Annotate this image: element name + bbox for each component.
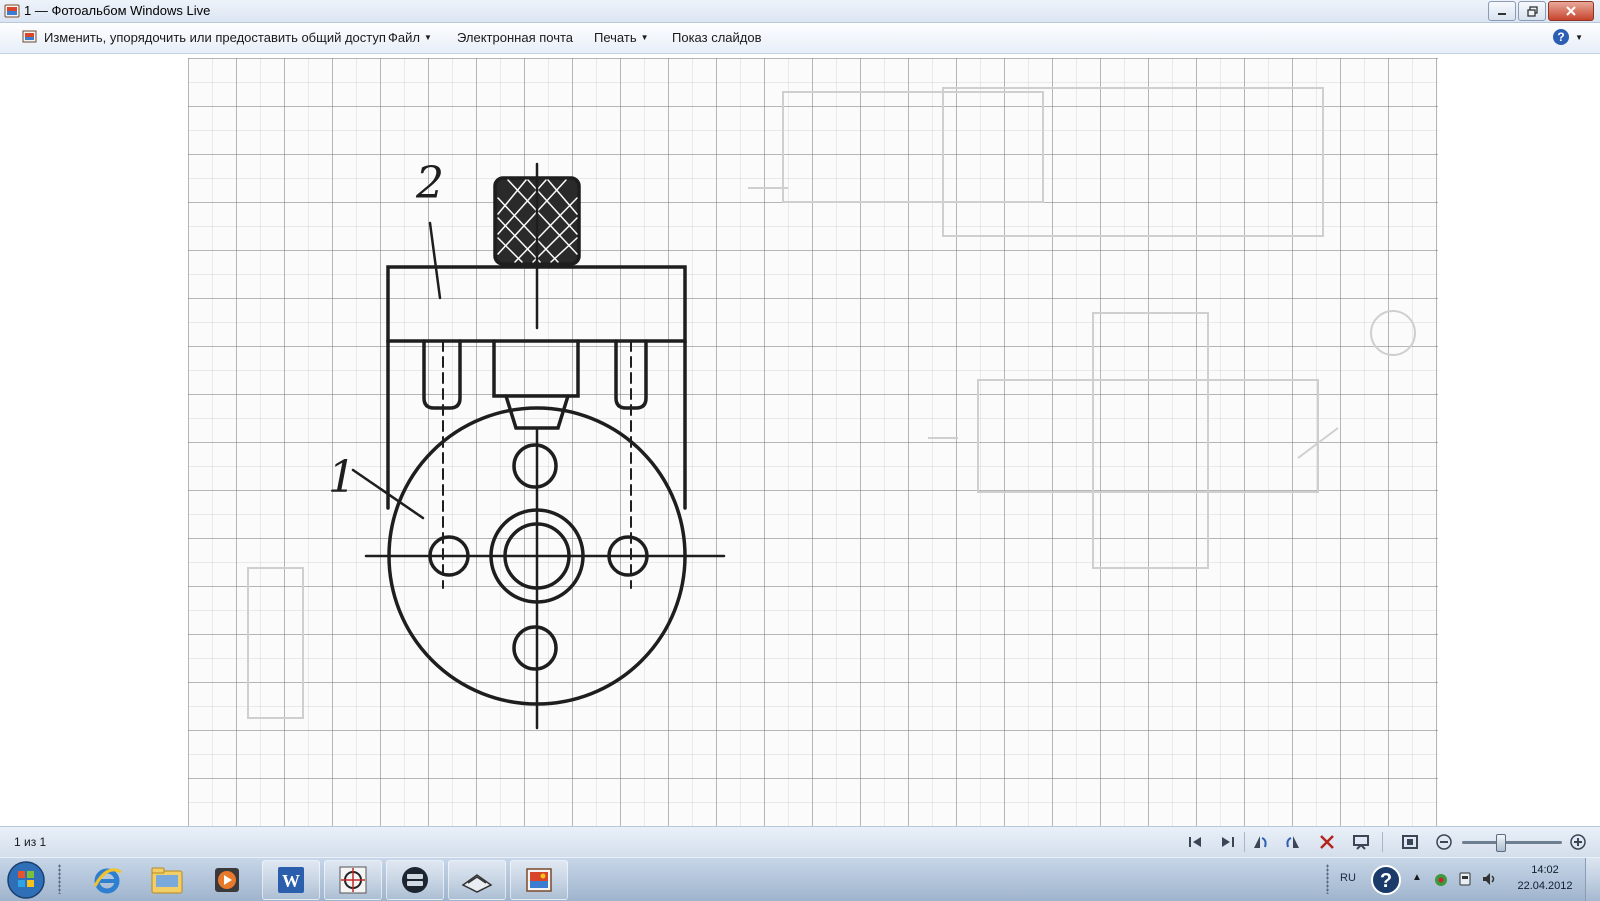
next-icon[interactable] xyxy=(1218,833,1238,851)
print-menu-label: Печать xyxy=(594,30,637,45)
callout-2: 2 xyxy=(415,158,444,209)
taskbar-item-media[interactable] xyxy=(198,860,256,900)
close-icon xyxy=(1549,2,1593,20)
help-icon[interactable]: ? xyxy=(1552,28,1570,46)
windows-explorer-icon xyxy=(151,867,183,894)
clock-time: 14:02 xyxy=(1531,864,1559,876)
minimize-icon xyxy=(1489,2,1515,20)
zoom-out-icon[interactable] xyxy=(1434,833,1454,851)
show-hidden-icons[interactable]: ▲ xyxy=(1412,872,1430,890)
file-menu-label: Файл xyxy=(388,30,420,45)
window-controls xyxy=(1486,1,1594,21)
command-bar: Изменить, упорядочить или предоставить о… xyxy=(0,23,1600,54)
previous-icon[interactable] xyxy=(1185,833,1205,851)
help-dropdown-icon[interactable]: ▼ xyxy=(1575,33,1583,42)
media-player-icon xyxy=(215,868,239,892)
tray-grip[interactable] xyxy=(1326,864,1329,894)
taskbar-grip[interactable] xyxy=(58,864,61,894)
cad-icon xyxy=(339,866,367,894)
fit-to-window-icon[interactable] xyxy=(1400,833,1420,851)
show-desktop-button[interactable] xyxy=(1585,858,1600,901)
rotate-left-icon[interactable] xyxy=(1250,833,1270,851)
help-tray-icon[interactable]: ? xyxy=(1370,864,1402,896)
zoom-slider[interactable] xyxy=(1462,841,1562,844)
photo-viewer: 2 1 xyxy=(0,54,1600,826)
taskbar-item-word[interactable]: W xyxy=(262,860,320,900)
close-button[interactable] xyxy=(1548,1,1594,21)
photo-gallery-icon xyxy=(526,868,552,892)
zoom-in-icon[interactable] xyxy=(1568,833,1588,851)
photo-image: 2 1 xyxy=(188,58,1438,826)
zoom-slider-thumb[interactable] xyxy=(1496,834,1506,852)
minimize-button[interactable] xyxy=(1488,1,1516,21)
svg-text:?: ? xyxy=(1557,30,1564,44)
volume-icon[interactable] xyxy=(1480,870,1498,888)
antivirus-icon[interactable] xyxy=(1432,870,1450,888)
separator xyxy=(1382,832,1383,852)
rotate-right-icon[interactable] xyxy=(1283,833,1303,851)
ink-drawing xyxy=(351,162,726,730)
language-indicator[interactable]: RU xyxy=(1340,872,1356,884)
photo-counter: 1 из 1 xyxy=(14,835,47,849)
scanner-icon xyxy=(461,874,493,893)
clock-date: 22.04.2012 xyxy=(1517,880,1573,892)
restore-button[interactable] xyxy=(1518,1,1546,21)
photo-gallery-app-icon xyxy=(4,4,20,18)
device-icon[interactable] xyxy=(1456,870,1474,888)
restore-icon xyxy=(1519,2,1545,20)
taskbar-item-ie[interactable] xyxy=(78,860,136,900)
separator xyxy=(1244,832,1245,852)
clock[interactable]: 14:02 22.04.2012 xyxy=(1512,862,1578,894)
taskbar-item-explorer[interactable] xyxy=(138,860,196,900)
word-icon: W xyxy=(278,867,304,893)
window-title: 1 — Фотоальбом Windows Live xyxy=(24,3,211,18)
email-button[interactable]: Электронная почта xyxy=(457,30,573,45)
organize-icon xyxy=(22,30,37,43)
organize-button[interactable]: Изменить, упорядочить или предоставить о… xyxy=(44,30,386,45)
technical-sketch: 2 1 xyxy=(247,87,1416,730)
taskbar: W RU ? ▲ 14:02 22.04.2012 xyxy=(0,857,1600,901)
slideshow-icon[interactable] xyxy=(1351,833,1371,851)
chevron-down-icon: ▼ xyxy=(640,33,649,42)
print-menu[interactable]: Печать ▼ xyxy=(594,30,649,45)
svg-text:W: W xyxy=(282,871,300,891)
navigation-bar: 1 из 1 xyxy=(0,826,1600,857)
file-menu[interactable]: Файл ▼ xyxy=(388,30,432,45)
calculator-app-icon xyxy=(402,867,428,893)
taskbar-item-cad[interactable] xyxy=(324,860,382,900)
taskbar-item-app[interactable] xyxy=(386,860,444,900)
start-button[interactable] xyxy=(6,860,46,900)
callout-1: 1 xyxy=(328,452,356,503)
taskbar-item-photo-gallery[interactable] xyxy=(510,860,568,900)
internet-explorer-icon xyxy=(93,868,122,894)
chevron-down-icon: ▼ xyxy=(423,33,432,42)
taskbar-item-scanner[interactable] xyxy=(448,860,506,900)
svg-text:?: ? xyxy=(1380,870,1392,892)
delete-icon[interactable] xyxy=(1317,833,1337,851)
slideshow-button[interactable]: Показ слайдов xyxy=(672,30,762,45)
title-bar: 1 — Фотоальбом Windows Live xyxy=(0,0,1600,23)
